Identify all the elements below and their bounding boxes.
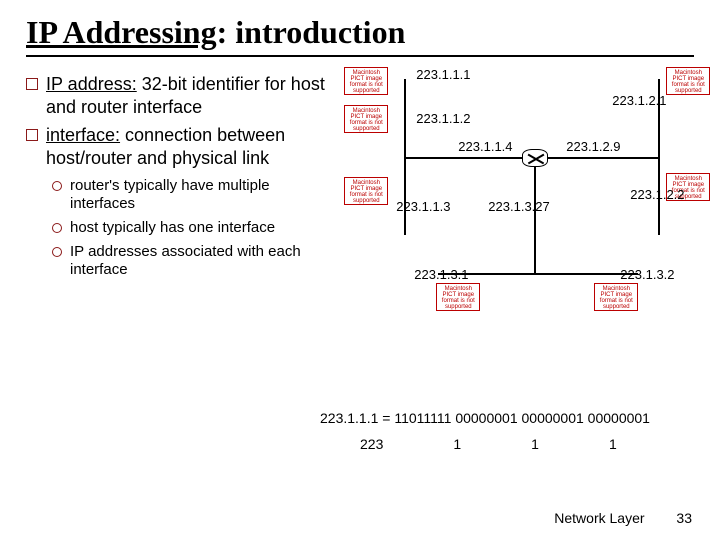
circle-bullet-icon — [52, 181, 62, 191]
ip-label: 223.1.3.2 — [620, 267, 674, 282]
binary-equation: 223.1.1.1 = 11011111 00000001 00000001 0… — [320, 410, 706, 426]
octet-value: 223 — [360, 436, 383, 452]
ip-label: 223.1.2.1 — [612, 93, 666, 108]
ip-label: 223.1.1.3 — [396, 199, 450, 214]
net-line — [534, 163, 536, 273]
router-icon — [522, 149, 548, 167]
subbullet-item: router's typically have multiple interfa… — [52, 177, 332, 213]
ip-label: 223.1.1.2 — [416, 111, 470, 126]
subbullet-text: IP addresses associated with each interf… — [70, 243, 332, 279]
ip-label: 223.1.2.2 — [630, 187, 684, 202]
broken-image-icon: Macintosh PICT image format is not suppo… — [594, 283, 638, 311]
binary-equation-block: 223.1.1.1 = 11011111 00000001 00000001 0… — [320, 410, 706, 452]
title-underlined: IP Addressing — [26, 14, 217, 50]
octet-labels: 223 1 1 1 — [360, 436, 706, 452]
square-bullet-icon — [26, 129, 38, 141]
network-diagram: Macintosh PICT image format is not suppo… — [338, 73, 694, 373]
bullet-item: interface: connection between host/route… — [26, 124, 332, 169]
ip-label: 223.1.3.1 — [414, 267, 468, 282]
bullet-list: IP address: 32-bit identifier for host a… — [26, 73, 332, 169]
slide-footer: Network Layer 33 — [554, 510, 692, 526]
title-rest: : introduction — [217, 14, 406, 50]
bullet-term: IP address: — [46, 74, 137, 94]
net-line — [404, 157, 534, 159]
square-bullet-icon — [26, 78, 38, 90]
subbullet-text: router's typically have multiple interfa… — [70, 177, 332, 213]
broken-image-icon: Macintosh PICT image format is not suppo… — [344, 67, 388, 95]
ip-label: 223.1.1.1 — [416, 67, 470, 82]
net-line — [548, 157, 658, 159]
broken-image-icon: Macintosh PICT image format is not suppo… — [344, 177, 388, 205]
ip-label: 223.1.3.27 — [488, 199, 549, 214]
left-column: IP address: 32-bit identifier for host a… — [26, 73, 332, 373]
bullet-item: IP address: 32-bit identifier for host a… — [26, 73, 332, 118]
bullet-text: IP address: 32-bit identifier for host a… — [46, 73, 332, 118]
page-number: 33 — [676, 510, 692, 526]
title-divider — [26, 55, 694, 57]
broken-image-icon: Macintosh PICT image format is not suppo… — [344, 105, 388, 133]
octet-value: 1 — [609, 436, 617, 452]
circle-bullet-icon — [52, 247, 62, 257]
ip-label: 223.1.2.9 — [566, 139, 620, 154]
subbullet-list: router's typically have multiple interfa… — [52, 177, 332, 279]
broken-image-icon: Macintosh PICT image format is not suppo… — [666, 67, 710, 95]
page-title: IP Addressing: introduction — [26, 14, 694, 51]
broken-image-icon: Macintosh PICT image format is not suppo… — [436, 283, 480, 311]
circle-bullet-icon — [52, 223, 62, 233]
subbullet-item: IP addresses associated with each interf… — [52, 243, 332, 279]
body: IP address: 32-bit identifier for host a… — [26, 73, 694, 373]
bullet-term: interface: — [46, 125, 120, 145]
octet-value: 1 — [531, 436, 539, 452]
subbullet-item: host typically has one interface — [52, 219, 332, 237]
subbullet-text: host typically has one interface — [70, 219, 332, 237]
ip-label: 223.1.1.4 — [458, 139, 512, 154]
footer-label: Network Layer — [554, 510, 644, 526]
octet-value: 1 — [453, 436, 461, 452]
bullet-text: interface: connection between host/route… — [46, 124, 332, 169]
slide: IP Addressing: introduction IP address: … — [0, 0, 720, 540]
